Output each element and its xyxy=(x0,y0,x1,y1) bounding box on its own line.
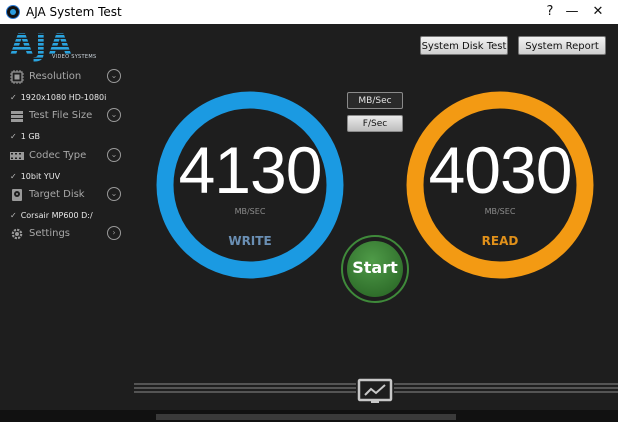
logo-subtext: VIDEO SYSTEMS xyxy=(52,54,97,60)
window-title: AJA System Test xyxy=(26,5,122,19)
resolution-value-text: 1920x1080 HD-1080i xyxy=(20,93,107,102)
sidebar-item-resolution[interactable]: Resolution ⌄ xyxy=(0,67,130,87)
mb-per-sec-button[interactable]: MB/Sec xyxy=(347,92,403,109)
film-icon xyxy=(10,152,24,160)
resolution-value: ✓ 1920x1080 HD-1080i xyxy=(10,93,107,102)
test-file-size-value-text: 1 GB xyxy=(20,132,41,141)
target-disk-value-text: Corsair MP600 D:/ xyxy=(20,211,93,220)
chevron-down-icon[interactable]: ⌄ xyxy=(107,69,121,83)
sidebar-item-target-disk[interactable]: Target Disk ⌄ xyxy=(0,185,130,205)
write-unit-label: MB/SEC xyxy=(234,207,266,216)
chevron-down-icon[interactable]: ⌄ xyxy=(107,148,121,162)
start-button-label: Start xyxy=(352,258,398,277)
sidebar-item-codec-type[interactable]: Codec Type ⌄ xyxy=(0,146,130,166)
chevron-down-icon[interactable]: ⌄ xyxy=(107,108,121,122)
frames-per-sec-button[interactable]: F/Sec xyxy=(347,115,403,132)
target-disk-value: ✓ Corsair MP600 D:/ xyxy=(10,211,93,220)
sidebar-label-codec-type: Codec Type xyxy=(29,150,87,161)
chevron-down-icon[interactable]: ⌄ xyxy=(107,187,121,201)
read-unit-label: MB/SEC xyxy=(484,207,516,216)
disk-icon xyxy=(12,189,22,201)
write-label: WRITE xyxy=(228,234,272,248)
sidebar-label-target-disk: Target Disk xyxy=(29,189,85,200)
chevron-right-icon[interactable]: › xyxy=(107,226,121,240)
codec-type-value-text: 10bit YUV xyxy=(20,172,61,181)
test-file-size-value: ✓ 1 GB xyxy=(10,132,41,141)
resolution-icon xyxy=(10,70,24,84)
file-stack-icon xyxy=(11,111,23,122)
sidebar-item-test-file-size[interactable]: Test File Size ⌄ xyxy=(0,106,130,126)
bottom-bar xyxy=(0,410,618,422)
gear-icon xyxy=(11,228,23,240)
sidebar-item-settings[interactable]: Settings › xyxy=(0,224,130,244)
read-label: READ xyxy=(481,234,519,248)
aja-app-icon xyxy=(6,5,20,19)
read-speed-value: 4030 xyxy=(428,133,573,207)
sidebar-label-settings: Settings xyxy=(29,228,71,239)
bottom-scroll-track xyxy=(156,414,456,420)
close-button[interactable]: ✕ xyxy=(578,0,618,24)
write-speed-value: 4130 xyxy=(178,133,323,207)
sidebar-label-test-file-size: Test File Size xyxy=(29,110,93,121)
codec-type-value: ✓ 10bit YUV xyxy=(10,172,61,181)
graph-icon[interactable] xyxy=(356,376,394,406)
sidebar-label-resolution: Resolution xyxy=(29,71,82,82)
main-panel: AJA VIDEO SYSTEMS System Disk Test Syste… xyxy=(0,24,618,422)
title-bar: AJA System Test ? — ✕ xyxy=(0,0,618,24)
system-disk-test-button[interactable]: System Disk Test xyxy=(420,36,508,55)
system-report-button[interactable]: System Report xyxy=(518,36,606,55)
